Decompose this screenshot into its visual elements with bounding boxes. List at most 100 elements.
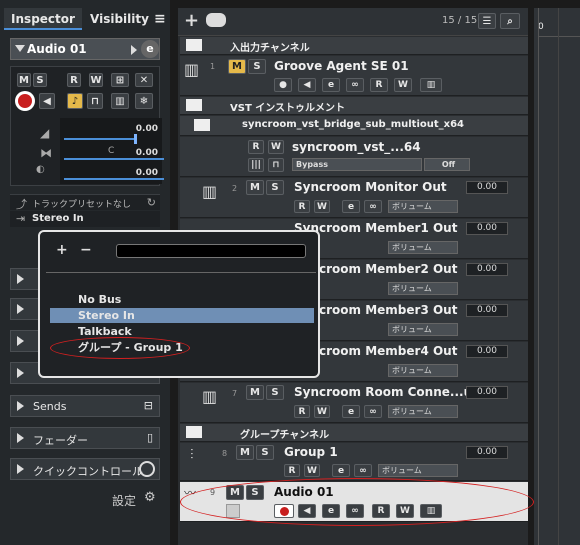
search-icon[interactable]: ⌕ xyxy=(500,13,520,29)
off-button[interactable]: Off xyxy=(424,158,470,171)
folder-vst-instruments[interactable]: VST インストゥルメント xyxy=(180,97,528,115)
track-row[interactable]: ▥ 1 M S Groove Agent SE 01 ● ◀ e ∞ R W ▥ xyxy=(180,56,528,96)
edit-icon[interactable]: e xyxy=(141,40,159,58)
output-routing-row[interactable]: ⇥ Stereo In xyxy=(10,211,160,227)
output-label: Stereo In xyxy=(32,213,84,224)
record-enable-button[interactable] xyxy=(15,91,35,111)
mute-button[interactable]: M xyxy=(228,59,246,74)
fader-icon: ▯ xyxy=(146,431,153,444)
add-button[interactable]: + xyxy=(56,242,68,258)
volume-fader-handle[interactable] xyxy=(134,134,137,144)
read-button[interactable]: R xyxy=(370,78,388,92)
volume-pill[interactable]: ボリューム xyxy=(388,282,458,295)
tab-inspector[interactable]: Inspector xyxy=(4,8,82,30)
mute-button[interactable]: M xyxy=(17,73,31,87)
bus-option[interactable]: Talkback xyxy=(50,324,314,339)
bus-option-selected[interactable]: Stereo In xyxy=(50,308,314,323)
remove-button[interactable]: − xyxy=(80,242,92,258)
track-row[interactable]: R W syncroom_vst_...64 ||| ⊓ Bypass Off xyxy=(180,137,528,177)
folder-syncroom-bridge[interactable]: syncroom_vst_bridge_sub_multiout_x64 xyxy=(180,116,528,136)
write-button[interactable]: W xyxy=(314,405,330,418)
read-button[interactable]: R xyxy=(294,200,310,213)
write-button[interactable]: W xyxy=(89,73,103,87)
folder-group-channels[interactable]: グループチャンネル xyxy=(180,424,528,442)
lanes-button[interactable]: ∞ xyxy=(364,200,382,213)
folder-io-channels[interactable]: 入出力チャンネル xyxy=(180,37,528,55)
split-icon[interactable]: ✕ xyxy=(135,73,153,87)
read-button[interactable]: R xyxy=(248,140,264,154)
gear-icon[interactable]: ⚙ xyxy=(144,490,156,505)
hamburger-icon[interactable]: ≡ xyxy=(154,8,166,30)
monitor-button[interactable]: ◀ xyxy=(298,78,316,92)
refresh-icon[interactable]: ↻ xyxy=(147,196,156,209)
mute-button[interactable]: M xyxy=(246,180,264,195)
lock-icon[interactable]: ⊓ xyxy=(87,93,103,109)
cloud-icon[interactable] xyxy=(206,13,226,27)
grid-icon[interactable]: ⊞ xyxy=(111,73,129,87)
music-note-icon[interactable]: ♪ xyxy=(67,93,83,109)
track-list-toolbar: + 15 / 15 ☰ ⌕ xyxy=(178,8,528,36)
volume-pill[interactable]: ボリューム xyxy=(378,464,458,477)
mute-button[interactable]: M xyxy=(236,445,254,460)
write-button[interactable]: W xyxy=(314,200,330,213)
volume-pill[interactable]: ボリューム xyxy=(388,364,458,377)
write-button[interactable]: W xyxy=(268,140,284,154)
volume-pill[interactable]: ボリューム xyxy=(388,241,458,254)
lanes-button[interactable]: ∞ xyxy=(346,78,364,92)
track-row[interactable]: ▥ 7 M S Syncroom Room Conne...ut 0.00 R … xyxy=(180,383,528,423)
search-input[interactable] xyxy=(116,244,306,258)
edit-button[interactable]: e xyxy=(322,78,340,92)
edit-button[interactable]: e xyxy=(332,464,350,477)
solo-button[interactable]: S xyxy=(33,73,47,87)
section-fader[interactable]: フェーダー ▯ xyxy=(10,427,160,449)
freeze-icon[interactable]: ❄ xyxy=(135,93,153,109)
section-quick-controls[interactable]: クイックコントロール xyxy=(10,458,160,480)
edit-button[interactable]: e xyxy=(342,200,360,213)
inspector-track-header[interactable]: Audio 01 e xyxy=(10,38,160,60)
volume-value[interactable]: 0.00 xyxy=(466,222,508,235)
volume-value[interactable]: 0.00 xyxy=(466,446,508,459)
mute-button[interactable]: M xyxy=(246,385,264,400)
volume-value[interactable]: 0.00 xyxy=(466,386,508,399)
write-button[interactable]: W xyxy=(304,464,320,477)
list-icon[interactable]: ☰ xyxy=(478,13,496,29)
track-row[interactable]: ⫶ 8 M S Group 1 0.00 R W e ∞ ボリューム xyxy=(180,443,528,481)
keyboard-icon[interactable]: ▥ xyxy=(111,93,129,109)
edit-button[interactable]: e xyxy=(342,405,360,418)
record-button[interactable]: ● xyxy=(274,78,292,92)
volume-pill[interactable]: ボリューム xyxy=(388,405,458,418)
volume-fader[interactable] xyxy=(64,138,134,140)
solo-button[interactable]: S xyxy=(266,180,284,195)
track-row[interactable]: ▥ 2 M S Syncroom Monitor Out 0.00 R W e … xyxy=(180,178,528,218)
volume-value[interactable]: 0.00 xyxy=(466,263,508,276)
bus-option[interactable]: No Bus xyxy=(50,292,314,307)
volume-value[interactable]: 0.00 xyxy=(466,181,508,194)
write-button[interactable]: W xyxy=(394,78,412,92)
monitor-icon[interactable]: ◀ xyxy=(39,93,55,109)
delay-slider[interactable] xyxy=(64,178,164,180)
bypass-button[interactable]: Bypass xyxy=(292,158,422,171)
lock-button[interactable]: ⊓ xyxy=(268,158,284,172)
section-sends[interactable]: Sends ⊟ xyxy=(10,395,160,417)
volume-value[interactable]: 0.00 xyxy=(466,345,508,358)
keyboard-button[interactable]: ▥ xyxy=(420,78,442,92)
volume-pill[interactable]: ボリューム xyxy=(388,200,458,213)
tab-visibility[interactable]: Visibility xyxy=(90,8,149,30)
solo-button[interactable]: S xyxy=(256,445,274,460)
track-preset-row[interactable]: ⤴ トラックプリセットなし ↻ xyxy=(10,194,160,211)
track-number: 8 xyxy=(222,449,228,458)
meter-button[interactable]: ||| xyxy=(248,158,264,172)
lanes-button[interactable]: ∞ xyxy=(364,405,382,418)
solo-button[interactable]: S xyxy=(266,385,284,400)
volume-value[interactable]: 0.00 xyxy=(466,304,508,317)
read-button[interactable]: R xyxy=(67,73,81,87)
read-button[interactable]: R xyxy=(284,464,300,477)
add-track-button[interactable]: + xyxy=(184,10,199,31)
read-button[interactable]: R xyxy=(294,405,310,418)
solo-button[interactable]: S xyxy=(248,59,266,74)
settings-label[interactable]: 設定 xyxy=(112,492,136,509)
lanes-button[interactable]: ∞ xyxy=(354,464,372,477)
pan-slider[interactable] xyxy=(64,158,164,160)
volume-pill[interactable]: ボリューム xyxy=(388,323,458,336)
volume-value: 0.00 xyxy=(135,124,158,134)
